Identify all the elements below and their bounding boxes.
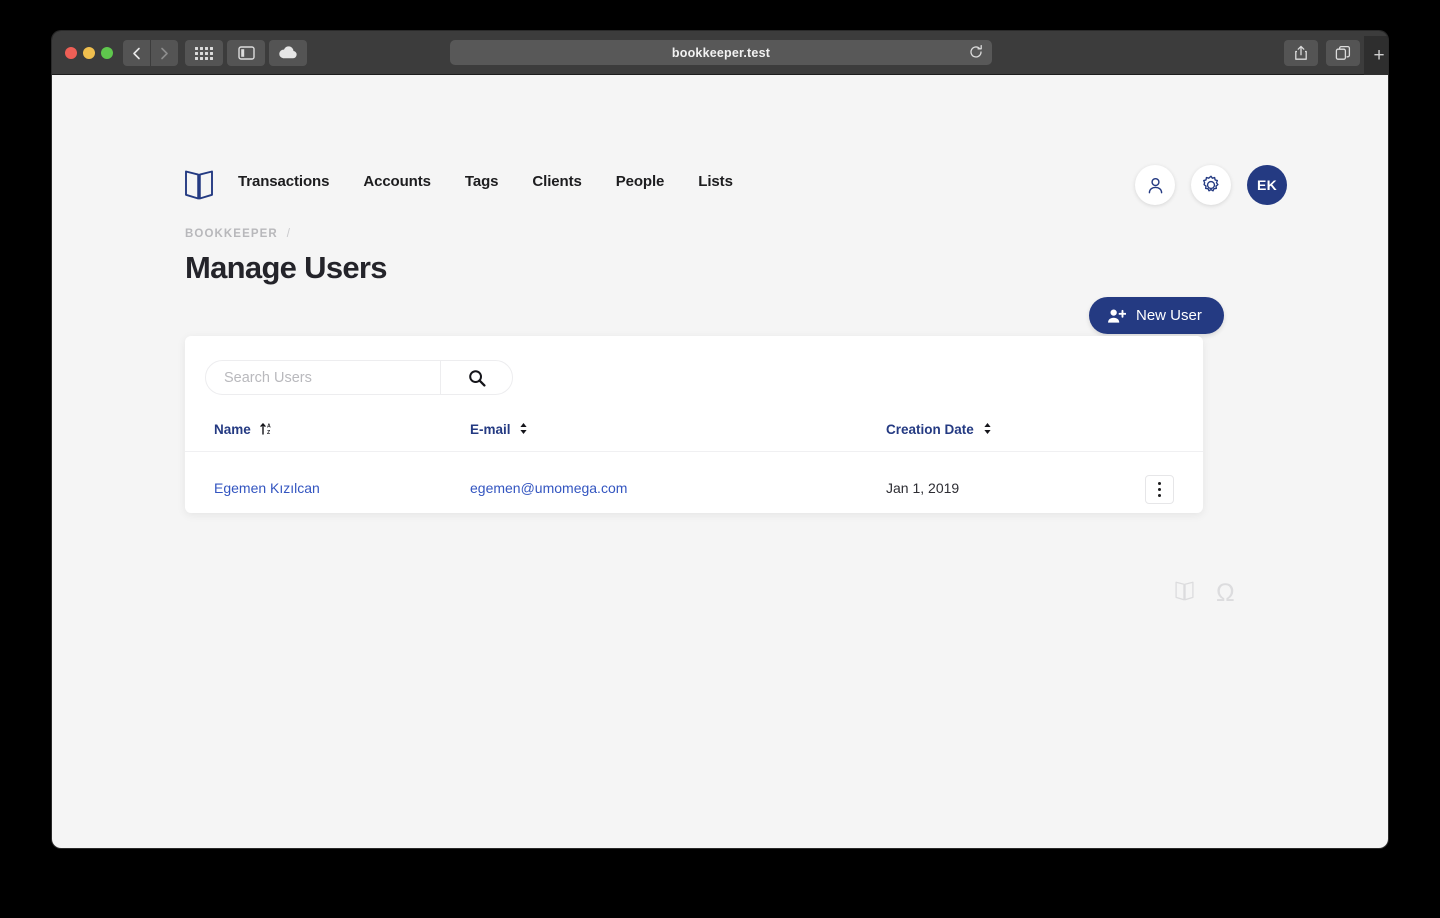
settings-button[interactable] [1191, 165, 1231, 205]
header-actions: EK [1135, 165, 1287, 205]
share-button[interactable] [1284, 40, 1318, 66]
column-header-email[interactable]: E-mail [470, 422, 886, 452]
duplicate-icon [1335, 45, 1351, 60]
search-button[interactable] [440, 361, 512, 394]
search-input[interactable] [206, 369, 440, 386]
breadcrumb-separator: / [286, 228, 290, 240]
window-maximize-button[interactable] [101, 47, 113, 59]
table-header-row: Name A Z E-mail Creation Date [185, 422, 1203, 452]
chevron-left-icon [133, 47, 140, 59]
grid-icon [195, 46, 213, 60]
cloud-icon [279, 46, 297, 59]
page-footer-icons: Ω [1174, 580, 1235, 607]
browser-toolbar: bookkeeper.test + [52, 31, 1388, 75]
reload-button[interactable] [968, 44, 984, 60]
new-tab-label: + [1373, 45, 1385, 66]
table-body: Egemen Kızılcan egemen@umomega.com Jan 1… [185, 452, 1203, 505]
users-card: Name A Z E-mail [185, 336, 1203, 513]
omega-icon[interactable]: Ω [1216, 581, 1235, 606]
row-menu-button[interactable] [1145, 475, 1174, 504]
column-header-name-label: Name [214, 422, 251, 437]
open-book-logo-icon[interactable] [184, 168, 214, 207]
address-bar[interactable]: bookkeeper.test [450, 40, 992, 65]
table-row: Egemen Kızılcan egemen@umomega.com Jan 1… [185, 452, 1203, 505]
cell-actions [1113, 452, 1203, 504]
kebab-menu-icon [1158, 481, 1161, 499]
users-table: Name A Z E-mail Creation Date Egemen Kız… [185, 422, 1203, 504]
new-user-button[interactable]: New User [1089, 297, 1224, 334]
window-minimize-button[interactable] [83, 47, 95, 59]
share-icon [1295, 45, 1307, 60]
gear-icon [1203, 175, 1219, 192]
sort-updown-icon[interactable] [983, 422, 992, 438]
nav-item-lists[interactable]: Lists [698, 173, 733, 190]
user-email-link[interactable]: egemen@umomega.com [470, 480, 627, 496]
breadcrumb: BOOKKEEPER / [185, 228, 290, 240]
profile-button[interactable] [1135, 165, 1175, 205]
breadcrumb-root[interactable]: BOOKKEEPER [185, 228, 278, 240]
column-header-creation-date-label: Creation Date [886, 422, 974, 437]
svg-text:A: A [267, 424, 271, 430]
user-plus-icon [1108, 308, 1126, 323]
nav-item-clients[interactable]: Clients [532, 173, 581, 190]
sidebar-icon [237, 46, 255, 60]
new-tab-button[interactable]: + [1364, 36, 1388, 75]
back-button[interactable] [123, 40, 150, 66]
chevron-right-icon [161, 47, 168, 59]
search-field-wrapper [205, 360, 513, 395]
nav-item-transactions[interactable]: Transactions [238, 173, 329, 190]
user-name-link[interactable]: Egemen Kızılcan [214, 480, 320, 496]
column-header-actions [1113, 422, 1203, 452]
nav-item-tags[interactable]: Tags [465, 173, 499, 190]
table-head: Name A Z E-mail Creation Date [185, 422, 1203, 452]
tabs-overview-button[interactable] [185, 40, 223, 66]
column-header-creation-date[interactable]: Creation Date [886, 422, 1113, 452]
browser-window: bookkeeper.test + Transactions Accounts … [52, 31, 1388, 848]
search-icon [468, 369, 486, 387]
sort-alpha-up-icon[interactable]: A Z [259, 422, 272, 438]
site-header: Transactions Accounts Tags Clients Peopl… [52, 75, 1388, 205]
person-icon [1148, 177, 1162, 193]
url-text: bookkeeper.test [671, 45, 771, 60]
window-close-button[interactable] [65, 47, 77, 59]
open-book-icon[interactable] [1174, 580, 1195, 607]
forward-button[interactable] [151, 40, 178, 66]
cloud-tabs-button[interactable] [269, 40, 307, 66]
cell-creation-date: Jan 1, 2019 [886, 480, 960, 496]
avatar-initials: EK [1256, 177, 1278, 193]
cell-email: egemen@umomega.com [470, 452, 886, 505]
svg-text:Z: Z [267, 430, 271, 435]
nav-item-people[interactable]: People [616, 173, 665, 190]
avatar[interactable]: EK [1247, 165, 1287, 205]
nav-item-accounts[interactable]: Accounts [363, 173, 431, 190]
duplicate-tab-button[interactable] [1326, 40, 1360, 66]
main-navigation: Transactions Accounts Tags Clients Peopl… [238, 173, 733, 190]
column-header-name[interactable]: Name A Z [185, 422, 470, 452]
new-user-label: New User [1136, 307, 1202, 324]
column-header-email-label: E-mail [470, 422, 511, 437]
page-title: Manage Users [185, 250, 388, 285]
page-body: Transactions Accounts Tags Clients Peopl… [52, 75, 1388, 848]
cell-name: Egemen Kızılcan [185, 452, 470, 505]
sort-updown-icon[interactable] [519, 422, 528, 438]
reload-icon [970, 44, 982, 58]
sidebar-toggle-button[interactable] [227, 40, 265, 66]
